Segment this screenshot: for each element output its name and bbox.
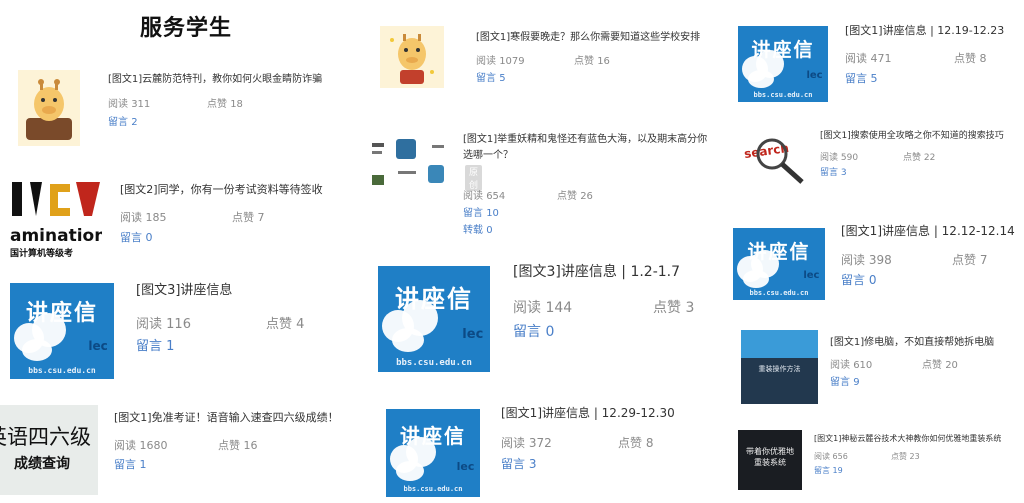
lecture-thumb-url: bbs.csu.edu.cn: [28, 366, 96, 376]
repost-link[interactable]: 转载 0: [463, 221, 493, 236]
like-count: 点赞 22: [903, 153, 936, 163]
like-count: 点赞 4: [266, 317, 305, 332]
like-count: 点赞 18: [207, 99, 243, 110]
lecture-thumb-sub: lec: [806, 70, 823, 82]
search-thumbnail[interactable]: search: [738, 126, 810, 188]
cet-thumbnail[interactable]: 英语四六级 成绩查询: [0, 405, 98, 495]
exam-subtitle-text: 国计算机等级考: [10, 249, 74, 259]
lecture-thumb-sub: lec: [88, 338, 108, 353]
article-title[interactable]: [图文1]讲座信息 | 12.12-12.14: [841, 222, 1015, 239]
read-count: 阅读 372: [501, 436, 552, 450]
read-count: 阅读 471: [845, 52, 892, 65]
reinstall-thumbnail[interactable]: 带着你优雅地重装系统: [738, 430, 802, 490]
comment-link[interactable]: 留言 1: [136, 335, 174, 354]
lecture-thumbnail[interactable]: 讲座信 lec bbs.csu.edu.cn: [386, 409, 480, 497]
like-count: 点赞 16: [218, 439, 258, 452]
lecture-thumb-url: bbs.csu.edu.cn: [753, 90, 813, 99]
comment-link[interactable]: 留言 2: [108, 113, 138, 128]
like-count: 点赞 8: [618, 436, 654, 450]
read-count: 阅读 185: [120, 211, 167, 224]
read-count: 阅读 116: [136, 317, 191, 332]
exam-thumbnail[interactable]: amination 国计算机等级考: [10, 180, 102, 260]
cloud-shape: [22, 339, 52, 361]
article-title[interactable]: [图文1]讲座信息 | 12.29-12.30: [501, 404, 675, 421]
article-title[interactable]: [图文1]神秘云麓谷技术大神教你如何优雅地重装系统: [814, 433, 1001, 444]
comment-link[interactable]: 留言 19: [814, 465, 843, 476]
like-count: 点赞 8: [954, 52, 987, 65]
like-count: 点赞 26: [557, 191, 593, 202]
like-count: 点赞 20: [922, 360, 958, 371]
giraffe-thumbnail[interactable]: [18, 70, 80, 146]
lecture-thumb-url: bbs.csu.edu.cn: [749, 289, 809, 298]
lecture-thumb-sub: lec: [456, 460, 475, 474]
read-count: 阅读 144: [513, 300, 573, 316]
article-title[interactable]: [图文1]免准考证！语音输入速查四六级成绩！: [114, 409, 339, 425]
repair-thumbnail[interactable]: 重装操作方法: [741, 330, 818, 404]
article-title[interactable]: [图文3]讲座信息 | 1.2-1.7: [513, 261, 680, 281]
read-count: 阅读 656: [814, 452, 848, 461]
cloud-shape: [748, 70, 774, 88]
article-title[interactable]: [图文2]同学，你有一份考试资料等待签收: [120, 181, 323, 197]
read-count: 阅读 1680: [114, 439, 168, 452]
lecture-thumbnail[interactable]: 讲座信 lec bbs.csu.edu.cn: [10, 283, 114, 379]
comment-link[interactable]: 留言 9: [830, 373, 860, 388]
article-title[interactable]: [图文1]寒假要晚走？那么你需要知道这些学校安排: [476, 28, 700, 43]
comment-link[interactable]: 留言 1: [114, 456, 147, 472]
article-title[interactable]: [图文1]云麓防范特刊，教你如何火眼金睛防诈骗: [108, 70, 322, 85]
article-title[interactable]: [图文1]搜索使用全攻略之你不知道的搜索技巧: [820, 128, 1004, 141]
read-count: 阅读 590: [820, 153, 859, 163]
cet-title-text: 英语四六级: [0, 425, 91, 449]
giraffe-thumbnail[interactable]: [380, 26, 444, 88]
comment-link[interactable]: 留言 10: [463, 204, 499, 219]
article-title-line2[interactable]: 选哪一个？: [463, 146, 513, 161]
lecture-thumb-sub: lec: [803, 269, 820, 281]
comment-link[interactable]: 留言 5: [845, 70, 878, 86]
comment-link[interactable]: 留言 3: [820, 165, 847, 178]
lecture-thumb-url: bbs.csu.edu.cn: [403, 485, 463, 494]
like-count: 点赞 23: [891, 452, 920, 461]
slides-thumbnail[interactable]: [370, 135, 450, 191]
lecture-thumb-sub: lec: [462, 327, 484, 343]
article-title[interactable]: [图文1]讲座信息 | 12.19-12.23: [845, 22, 1004, 38]
article-title[interactable]: [图文1]修电脑，不如直接帮她拆电脑: [830, 333, 994, 348]
repair-thumb-band: [741, 330, 818, 358]
lecture-thumb-url: bbs.csu.edu.cn: [396, 357, 472, 368]
read-count: 阅读 311: [108, 99, 151, 110]
lecture-thumbnail[interactable]: 讲座信 lec bbs.csu.edu.cn: [378, 266, 490, 372]
like-count: 点赞 16: [574, 56, 610, 67]
lecture-thumbnail[interactable]: 讲座信 lec bbs.csu.edu.cn: [733, 228, 825, 300]
cloud-shape: [743, 270, 769, 288]
comment-link[interactable]: 留言 5: [476, 69, 506, 84]
article-title[interactable]: [图文1]举重妖精和鬼怪还有蓝色大海，以及期末高分你: [463, 130, 707, 145]
like-count: 点赞 7: [952, 253, 988, 267]
read-count: 阅读 654: [463, 191, 506, 202]
cloud-shape: [392, 328, 424, 352]
article-title[interactable]: [图文3]讲座信息: [136, 279, 232, 298]
read-count: 阅读 398: [841, 253, 892, 267]
read-count: 阅读 1079: [476, 56, 525, 67]
comment-link[interactable]: 留言 3: [501, 455, 536, 472]
comment-link[interactable]: 留言 0: [513, 321, 554, 341]
comment-link[interactable]: 留言 0: [120, 229, 153, 245]
like-count: 点赞 7: [232, 211, 265, 224]
page-title: 服务学生: [140, 16, 233, 41]
repair-thumb-text: 重装操作方法: [758, 365, 801, 373]
reinstall-thumb-text: 带着你优雅地重装系统: [746, 447, 794, 467]
magnifier-icon: [756, 138, 804, 184]
like-count: 点赞 3: [653, 300, 695, 316]
comment-link[interactable]: 留言 0: [841, 271, 876, 288]
read-count: 阅读 610: [830, 360, 873, 371]
lecture-thumbnail[interactable]: 讲座信 lec bbs.csu.edu.cn: [738, 26, 828, 102]
exam-title-text: amination: [10, 226, 102, 246]
cloud-shape: [396, 461, 424, 481]
cet-subtitle-text: 成绩查询: [14, 456, 70, 472]
